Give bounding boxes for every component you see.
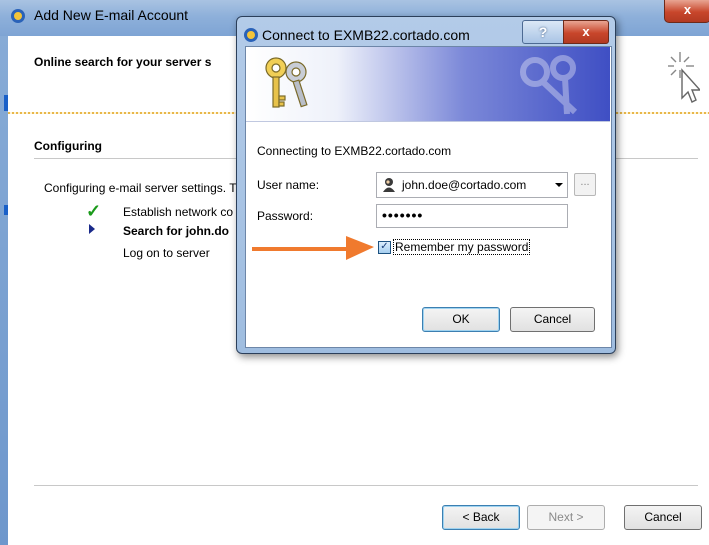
keys-watermark-icon (520, 55, 578, 115)
annotation-arrow-icon (252, 236, 374, 260)
dialog-title: Connect to EXMB22.cortado.com (262, 27, 470, 43)
remember-password-label[interactable]: Remember my password (393, 239, 531, 255)
wizard-title: Add New E-mail Account (34, 7, 189, 23)
next-button[interactable]: Next > (527, 505, 605, 530)
step-log-on: Log on to server (123, 246, 210, 260)
password-label: Password: (257, 209, 314, 223)
dialog-close-button[interactable]: x (563, 20, 609, 44)
step-establish-network: Establish network co (123, 205, 234, 219)
window-frame-edge (0, 36, 8, 545)
keys-icon (265, 57, 308, 108)
arrow-icon (89, 224, 95, 234)
cursor-icon (668, 52, 700, 103)
dialog-cancel-button[interactable]: Cancel (510, 307, 595, 332)
password-mask: ••••••• (382, 207, 424, 223)
username-value: john.doe@cortado.com (402, 178, 527, 192)
help-button[interactable]: ? (522, 20, 564, 44)
wizard-cancel-button[interactable]: Cancel (624, 505, 702, 530)
dropdown-icon[interactable] (555, 183, 563, 187)
step-search: Search for john.do (123, 224, 230, 238)
password-field[interactable]: ••••••• (376, 204, 568, 228)
remember-password-checkbox[interactable]: ✓ (378, 241, 391, 254)
app-icon (11, 9, 25, 23)
username-label: User name: (257, 178, 320, 192)
user-icon (383, 178, 395, 192)
back-button[interactable]: < Back (442, 505, 520, 530)
connecting-text: Connecting to EXMB22.cortado.com (257, 144, 452, 158)
banner-divider (246, 121, 610, 122)
wizard-header-title: Online search for your server s (34, 55, 212, 69)
username-combobox[interactable]: john.doe@cortado.com (376, 172, 568, 198)
check-icon: ✓ (86, 201, 102, 221)
wizard-close-button[interactable]: x (664, 0, 709, 23)
footer-divider (34, 485, 698, 486)
section-title: Configuring (34, 139, 102, 153)
status-text: Configuring e-mail server settings. T (44, 181, 237, 195)
browse-button[interactable]: ... (574, 173, 596, 196)
app-icon (244, 28, 258, 42)
ok-button[interactable]: OK (422, 307, 500, 332)
